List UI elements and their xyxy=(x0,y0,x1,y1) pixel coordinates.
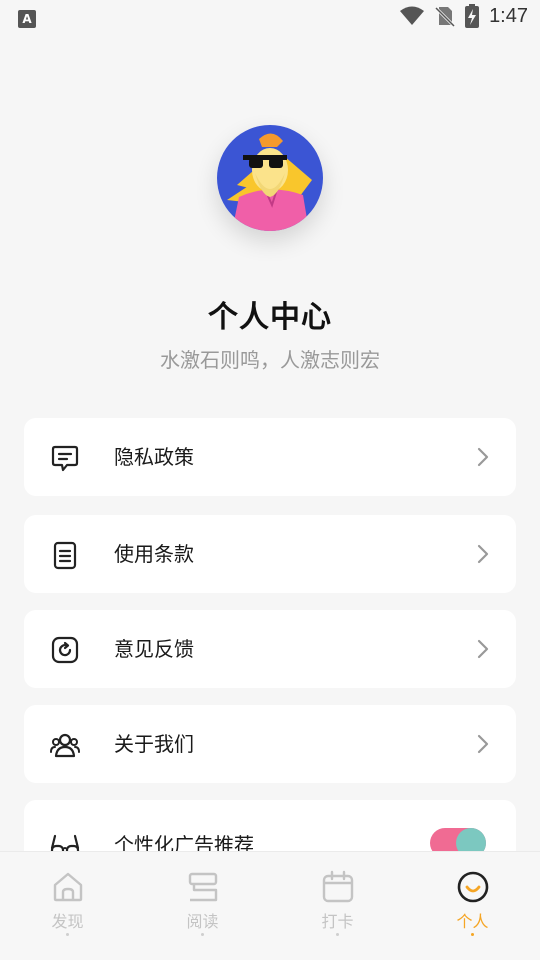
status-icons: 1:47 xyxy=(399,4,528,28)
home-icon xyxy=(53,872,83,902)
tab-read[interactable]: 阅读 xyxy=(135,852,270,960)
chevron-right-icon xyxy=(477,447,489,467)
document-icon xyxy=(53,541,77,570)
tab-label: 个人 xyxy=(456,912,489,931)
menu-item-label: 使用条款 xyxy=(114,542,194,566)
tab-personal[interactable]: 个人 xyxy=(405,852,540,960)
tab-label: 发现 xyxy=(51,912,84,931)
tab-checkin[interactable]: 打卡 xyxy=(270,852,405,960)
bottom-tab-bar: 发现 阅读 打卡 个人 xyxy=(0,851,540,960)
app-notification-icon: A xyxy=(18,10,36,28)
chevron-right-icon xyxy=(477,734,489,754)
tab-label: 打卡 xyxy=(321,912,354,931)
status-time: 1:47 xyxy=(489,4,528,27)
menu-item-label: 关于我们 xyxy=(114,732,194,756)
calendar-icon xyxy=(322,870,354,903)
menu-item-feedback[interactable]: 意见反馈 xyxy=(24,610,516,688)
menu-item-about-us[interactable]: 关于我们 xyxy=(24,705,516,783)
tab-discover[interactable]: 发现 xyxy=(0,852,135,960)
avatar[interactable] xyxy=(217,125,323,231)
wifi-icon xyxy=(400,6,425,25)
book-icon xyxy=(188,872,218,902)
menu-item-label: 隐私政策 xyxy=(114,445,194,469)
message-square-icon xyxy=(51,445,79,472)
menu-item-label: 意见反馈 xyxy=(114,637,194,661)
chevron-right-icon xyxy=(477,544,489,564)
refresh-square-icon xyxy=(51,636,79,664)
tab-dot xyxy=(201,933,204,936)
menu-item-privacy-policy[interactable]: 隐私政策 xyxy=(24,418,516,496)
smile-face-icon xyxy=(457,871,489,903)
no-sim-icon xyxy=(435,6,456,27)
tab-dot xyxy=(66,933,69,936)
page-title: 个人中心 xyxy=(208,300,332,335)
tab-dot xyxy=(471,933,474,936)
battery-charging-icon xyxy=(465,4,480,28)
profile-subtitle: 水激石则鸣，人激志则宏 xyxy=(160,348,380,372)
avatar-illustration xyxy=(217,125,323,231)
menu-item-terms-of-use[interactable]: 使用条款 xyxy=(24,515,516,593)
tab-dot xyxy=(336,933,339,936)
status-bar: A 1:47 xyxy=(0,0,540,36)
users-icon xyxy=(50,733,80,758)
chevron-right-icon xyxy=(477,639,489,659)
tab-label: 阅读 xyxy=(186,912,219,931)
